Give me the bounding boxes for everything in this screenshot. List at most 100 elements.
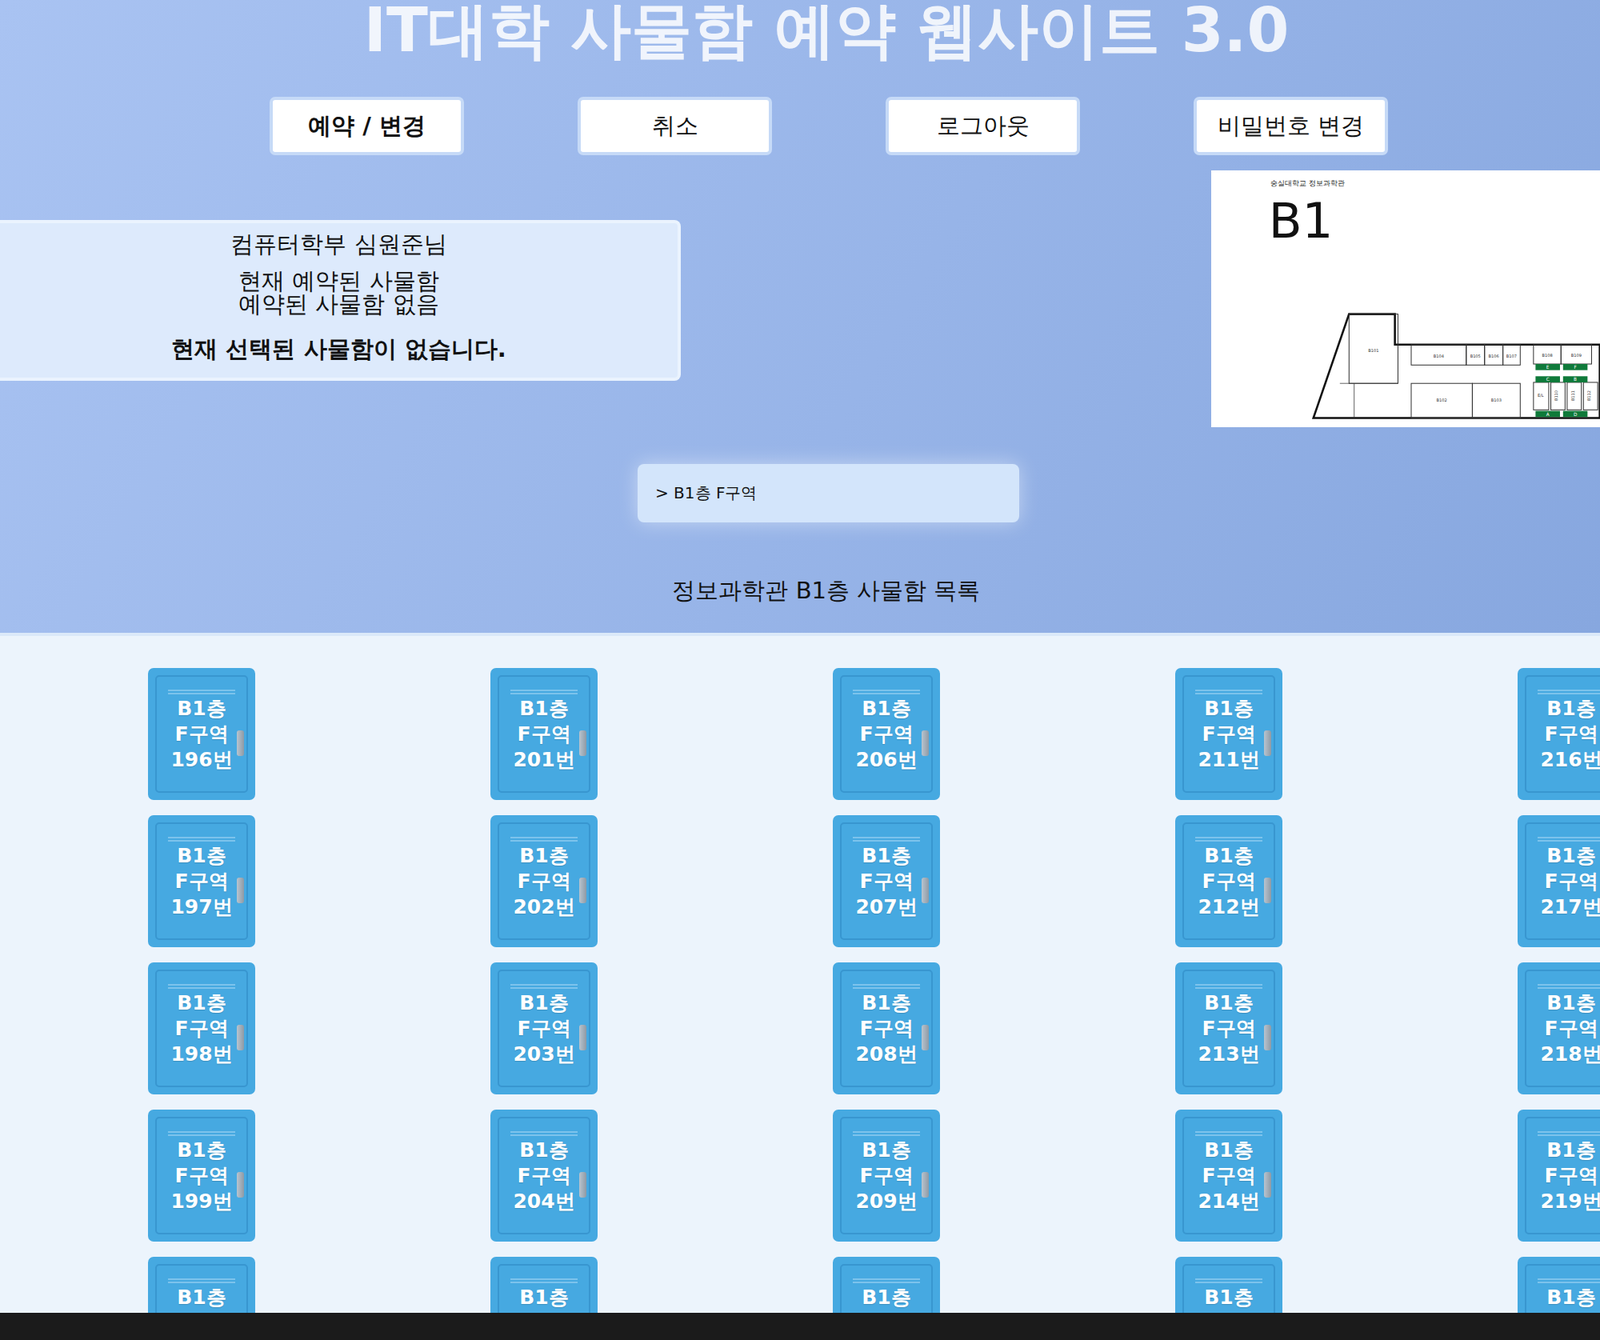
- nav-button[interactable]: 예약 / 변경: [269, 96, 464, 156]
- locker-vent: [168, 836, 236, 842]
- locker-door: B1층F구역218번: [1524, 969, 1600, 1088]
- locker[interactable]: B1층F구역219번: [1517, 1109, 1600, 1242]
- svg-text:E/L: E/L: [1537, 392, 1544, 398]
- nav-button[interactable]: 비밀번호 변경: [1193, 96, 1388, 156]
- locker-vent: [1195, 1131, 1263, 1136]
- locker[interactable]: B1층F구역207번: [832, 815, 940, 948]
- locker[interactable]: B1층F구역217번: [1517, 815, 1600, 948]
- locker-label: B1층: [176, 843, 226, 869]
- locker-door: B1층F구역209번: [840, 1116, 933, 1235]
- locker-label: F구역: [859, 1016, 913, 1042]
- locker[interactable]: B1층: [832, 1256, 940, 1313]
- svg-text:C: C: [1546, 376, 1550, 382]
- locker[interactable]: B1층F구역202번: [490, 815, 598, 948]
- locker[interactable]: B1층F구역212번: [1175, 815, 1283, 948]
- locker-label: B1층: [1204, 1137, 1253, 1164]
- map-room: B109: [1560, 344, 1592, 364]
- locker[interactable]: B1층F구역218번: [1517, 962, 1600, 1095]
- locker-door: B1층: [1182, 1264, 1276, 1313]
- locker-label: B1층: [519, 843, 568, 869]
- nav-button[interactable]: 취소: [577, 96, 772, 156]
- locker-label: F구역: [516, 868, 571, 895]
- locker-label: F구역: [1201, 1163, 1256, 1189]
- floor-outline: [1313, 314, 1600, 419]
- locker[interactable]: B1층F구역208번: [832, 962, 940, 1095]
- map-room: B110: [1551, 382, 1566, 410]
- breadcrumb[interactable]: > B1층 F구역: [637, 464, 1020, 523]
- locker-label: B1층: [1546, 1137, 1596, 1164]
- locker-door: B1층: [497, 1264, 591, 1313]
- locker-handle: [236, 730, 244, 756]
- locker-door: B1층F구역206번: [840, 675, 933, 793]
- locker-label: 212번: [1197, 894, 1260, 920]
- locker-door: B1층F구역204번: [497, 1116, 591, 1235]
- locker-vent: [510, 1278, 578, 1284]
- map-section: F: [1563, 364, 1588, 371]
- locker-area: B1층F구역196번B1층F구역197번B1층F구역198번B1층F구역199번…: [0, 632, 1600, 1313]
- locker-label: 199번: [170, 1188, 232, 1215]
- locker-vent: [852, 984, 920, 989]
- locker[interactable]: B1층F구역198번: [148, 962, 256, 1095]
- locker-label: B1층: [1546, 1284, 1596, 1311]
- locker[interactable]: B1층: [148, 1256, 256, 1313]
- locker-label: B1층: [861, 843, 911, 869]
- reserved-label: 현재 예약된 사물함: [238, 269, 439, 294]
- locker-handle: [579, 730, 587, 756]
- map-room: B106: [1484, 344, 1504, 365]
- locker-label: B1층: [176, 1137, 226, 1164]
- svg-text:D: D: [1573, 412, 1578, 417]
- map-room: B105: [1466, 344, 1485, 365]
- locker-door: B1층F구역202번: [497, 822, 591, 940]
- svg-text:B: B: [1573, 376, 1577, 382]
- locker[interactable]: B1층F구역201번: [490, 668, 598, 800]
- locker-label: 203번: [512, 1041, 575, 1068]
- locker-vent: [510, 1131, 578, 1136]
- locker-handle: [236, 1172, 244, 1198]
- locker-label: F구역: [516, 1163, 571, 1189]
- locker-door: B1층F구역197번: [155, 822, 248, 940]
- locker[interactable]: B1층: [490, 1256, 598, 1313]
- locker-handle: [921, 1172, 929, 1198]
- locker-label: F구역: [516, 721, 571, 748]
- map-section: E: [1535, 364, 1560, 371]
- locker-label: B1층: [176, 696, 226, 722]
- locker[interactable]: B1층F구역213번: [1175, 962, 1283, 1095]
- locker[interactable]: B1층F구역214번: [1175, 1109, 1283, 1242]
- locker-label: F구역: [1201, 1016, 1256, 1042]
- locker-door: B1층F구역214번: [1182, 1116, 1276, 1235]
- locker[interactable]: B1층F구역196번: [148, 668, 256, 800]
- locker[interactable]: B1층F구역204번: [490, 1109, 598, 1242]
- building-label: 숭실대학교 정보과학관: [1270, 179, 1345, 188]
- map-room: B112: [1583, 382, 1598, 410]
- locker-label: B1층: [861, 1137, 911, 1164]
- header-section: IT대학 사물함 예약 웹사이트 3.0예약 / 변경취소로그아웃비밀번호 변경…: [0, 0, 1600, 633]
- locker-label: 211번: [1197, 747, 1260, 773]
- locker-label: F구역: [174, 1163, 228, 1189]
- svg-text:B111: B111: [1570, 390, 1576, 401]
- locker[interactable]: B1층F구역199번: [148, 1109, 256, 1242]
- locker-label: 216번: [1540, 747, 1600, 773]
- svg-text:B103: B103: [1491, 397, 1502, 403]
- locker-handle: [1264, 1024, 1272, 1051]
- locker-door: B1층F구역211번: [1182, 675, 1276, 793]
- locker-door: B1층: [155, 1264, 248, 1313]
- locker[interactable]: B1층F구역216번: [1517, 668, 1600, 800]
- locker-door: B1층F구역212번: [1182, 822, 1276, 940]
- locker[interactable]: B1층F구역211번: [1175, 668, 1283, 800]
- svg-text:B107: B107: [1506, 353, 1517, 359]
- map-room: B103: [1472, 383, 1520, 418]
- locker-label: B1층: [519, 696, 568, 722]
- locker[interactable]: B1층F구역209번: [832, 1109, 940, 1242]
- locker[interactable]: B1층F구역197번: [148, 815, 256, 948]
- svg-text:F: F: [1573, 364, 1576, 370]
- nav-button[interactable]: 로그아웃: [885, 96, 1080, 156]
- locker[interactable]: B1층F구역203번: [490, 962, 598, 1095]
- locker-door: B1층F구역208번: [840, 969, 933, 1088]
- locker-label: B1층: [861, 1284, 911, 1311]
- locker-handle: [1264, 877, 1272, 904]
- locker-label: B1층: [1546, 696, 1596, 722]
- locker[interactable]: B1층: [1175, 1256, 1283, 1313]
- locker[interactable]: B1층F구역206번: [832, 668, 940, 800]
- locker-label: 206번: [855, 747, 917, 773]
- locker[interactable]: B1층: [1517, 1256, 1600, 1313]
